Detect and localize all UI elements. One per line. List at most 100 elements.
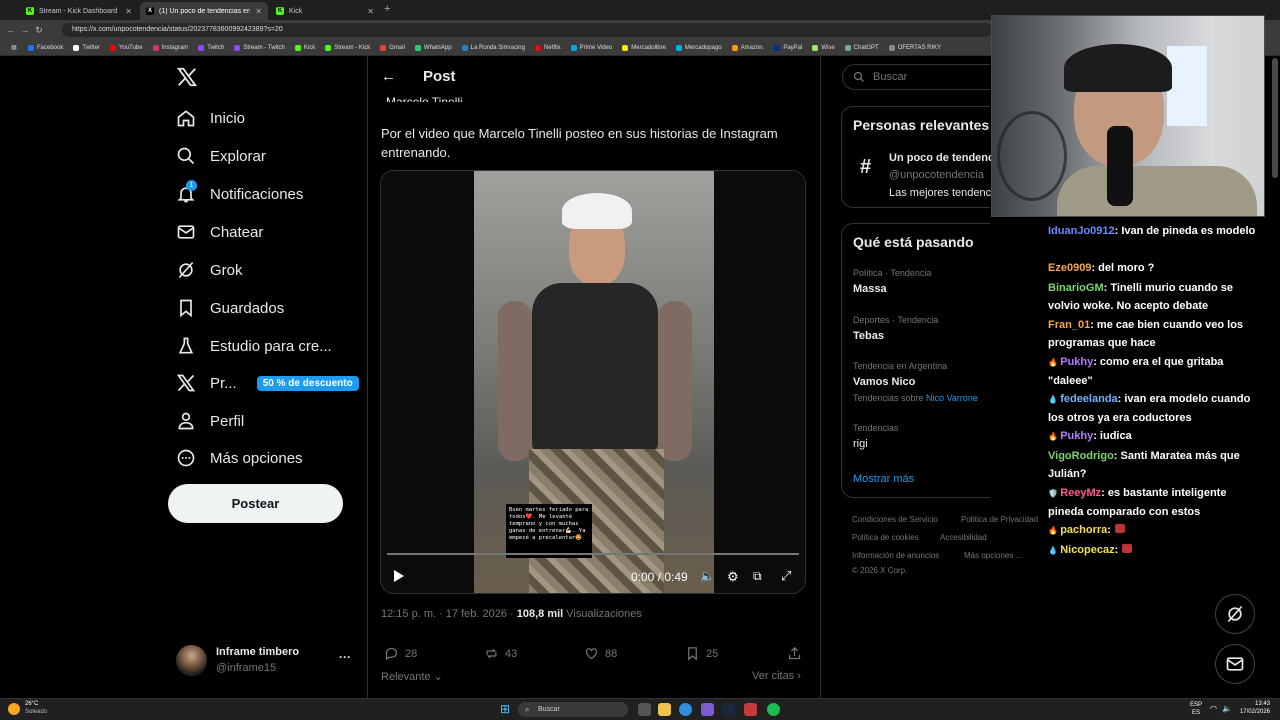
x-logo-icon[interactable] bbox=[176, 66, 198, 93]
windows-taskbar: 26°C Soleado ⊞ ⌕ Buscar ESP ES ◠ 🔈 13:43… bbox=[0, 698, 1280, 720]
wifi-icon[interactable]: ◠ bbox=[1210, 704, 1217, 713]
trend-item[interactable]: Deportes · Tendencia Tebas bbox=[853, 315, 938, 342]
taskbar-search[interactable]: ⌕ Buscar bbox=[518, 702, 628, 717]
trend-item[interactable]: Política · Tendencia Massa bbox=[853, 268, 931, 295]
bookmark-button[interactable]: 25 bbox=[685, 646, 718, 661]
bookmark-item[interactable]: Stream - Twitch bbox=[234, 44, 285, 51]
bookmark-item[interactable]: YouTube bbox=[110, 44, 143, 51]
account-switcher[interactable]: Inframe timbero @inframe15 ··· bbox=[176, 645, 356, 677]
language-indicator[interactable]: ESP bbox=[1190, 702, 1202, 708]
grok-fab-button[interactable] bbox=[1215, 594, 1255, 634]
bookmark-item[interactable]: Instagram bbox=[152, 44, 188, 51]
bookmark-item[interactable]: Gmail bbox=[380, 44, 405, 51]
nav-item-notificaciones[interactable]: 1 Notificaciones bbox=[176, 180, 303, 204]
bookmark-item[interactable]: Amazon. bbox=[731, 44, 764, 51]
weather-temp[interactable]: 26°C bbox=[25, 701, 38, 707]
nav-item-mas-opciones[interactable]: Más opciones bbox=[176, 448, 303, 468]
footer-link[interactable]: Accesibilidad bbox=[940, 533, 987, 542]
trend-name: Massa bbox=[853, 283, 887, 295]
bookmark-item[interactable]: Prime Video bbox=[570, 44, 612, 51]
back-icon[interactable]: ← bbox=[4, 25, 18, 35]
search-input[interactable]: Buscar bbox=[842, 64, 990, 90]
bookmark-item[interactable]: Wise bbox=[812, 44, 835, 51]
share-button[interactable] bbox=[787, 646, 802, 661]
play-icon[interactable] bbox=[391, 569, 405, 583]
file-explorer-icon[interactable] bbox=[658, 703, 671, 716]
bookmark-item[interactable]: Kick bbox=[294, 44, 315, 51]
repost-button[interactable]: 43 bbox=[484, 646, 517, 661]
chat-username: BinarioGM bbox=[1048, 282, 1104, 294]
window-light bbox=[1167, 46, 1207, 126]
settings-icon[interactable]: ⚙ bbox=[727, 569, 739, 585]
nav-item-estudio[interactable]: Estudio para cre... bbox=[176, 336, 332, 356]
footer-link[interactable]: Política de cookies bbox=[852, 533, 919, 542]
video-progress-track[interactable] bbox=[387, 553, 799, 555]
clock-time[interactable]: 13:43 bbox=[1234, 701, 1270, 707]
nav-item-chatear[interactable]: Chatear bbox=[176, 222, 263, 242]
bookmark-item[interactable]: PayPal bbox=[774, 44, 802, 51]
volume-icon[interactable]: 🔈 bbox=[1222, 704, 1232, 713]
chat-text: : bbox=[1114, 544, 1119, 556]
windows-start-icon[interactable]: ⊞ bbox=[500, 703, 510, 716]
volume-icon[interactable]: 🔈 bbox=[700, 569, 715, 583]
nav-item-perfil[interactable]: Perfil bbox=[176, 411, 244, 431]
fullscreen-icon[interactable]: ⤢ bbox=[781, 568, 791, 584]
nav-item-guardados[interactable]: Guardados bbox=[176, 298, 284, 318]
nav-item-grok[interactable]: Grok bbox=[176, 260, 243, 280]
bookmark-item[interactable]: ChatGPT bbox=[844, 44, 879, 51]
reload-icon[interactable]: ↻ bbox=[32, 25, 46, 36]
nav-item-explorar[interactable]: Explorar bbox=[176, 146, 266, 166]
tab-kick-dashboard[interactable]: K Stream - Kick Dashboard ✕ bbox=[20, 2, 138, 20]
show-more-link[interactable]: Mostrar más bbox=[853, 473, 914, 485]
nav-item-inicio[interactable]: Inicio bbox=[176, 108, 245, 128]
bookmark-item[interactable]: Stream - Kick bbox=[325, 44, 370, 51]
bookmark-item[interactable]: Twitter bbox=[73, 44, 100, 51]
bookmark-item[interactable]: OFERTAS RIKY bbox=[888, 44, 941, 51]
chat-username: VigoRodrigo bbox=[1048, 450, 1114, 462]
url-field[interactable]: https://x.com/unpocotendencia/status/202… bbox=[62, 23, 992, 37]
scrollbar-thumb[interactable] bbox=[1272, 58, 1278, 178]
tab-x-post[interactable]: X (1) Un poco de tendencias en X: ✕ bbox=[140, 2, 268, 20]
more-icon[interactable]: ··· bbox=[339, 650, 351, 664]
reply-button[interactable]: 28 bbox=[384, 646, 417, 661]
like-button[interactable]: 88 bbox=[584, 646, 617, 661]
new-tab-icon[interactable]: + bbox=[384, 3, 390, 15]
footer-link[interactable]: Información de anuncios bbox=[852, 551, 939, 560]
forward-icon[interactable]: → bbox=[18, 25, 32, 35]
steam-icon[interactable] bbox=[722, 703, 735, 716]
messages-fab-button[interactable] bbox=[1215, 644, 1255, 684]
video-player[interactable]: Buen martes feriado para todos❤️. Me lev… bbox=[380, 170, 806, 594]
bookmark-item[interactable]: Facebook bbox=[28, 44, 63, 51]
apps-icon[interactable]: ▦ bbox=[0, 44, 28, 51]
close-icon[interactable]: ✕ bbox=[125, 7, 132, 16]
pip-icon[interactable]: ⧉ bbox=[753, 569, 762, 584]
nav-label: Grok bbox=[210, 261, 243, 279]
bookmark-item[interactable]: Twitch bbox=[198, 44, 224, 51]
app-icon[interactable] bbox=[744, 703, 757, 716]
quotes-link[interactable]: Ver citas › bbox=[752, 670, 801, 682]
bookmark-item[interactable]: Mercadolibre bbox=[622, 44, 666, 51]
footer-link[interactable]: Política de Privacidad bbox=[961, 515, 1038, 524]
tab-kick[interactable]: K Kick ✕ bbox=[270, 2, 380, 20]
task-view-icon[interactable] bbox=[638, 703, 651, 716]
post-button[interactable]: Postear bbox=[168, 484, 343, 523]
back-arrow-icon[interactable]: ← bbox=[381, 68, 396, 85]
edge-icon[interactable] bbox=[679, 703, 692, 716]
bookmark-item[interactable]: WhatsApp bbox=[414, 44, 452, 51]
bookmark-item[interactable]: Mercadopago bbox=[675, 44, 722, 51]
nav-item-premium[interactable]: Pr... 50 % de descuento bbox=[176, 373, 359, 393]
trend-related-link[interactable]: Nico Varrone bbox=[926, 393, 978, 403]
sort-dropdown[interactable]: Relevante ⌄ bbox=[381, 670, 443, 683]
post-meta: 12:15 p. m. · 17 feb. 2026 · 108,8 mil V… bbox=[381, 608, 642, 620]
footer-link[interactable]: Condiciones de Servicio bbox=[852, 515, 938, 524]
trend-item[interactable]: Tendencia en Argentina Vamos Nico Tenden… bbox=[853, 361, 978, 403]
close-icon[interactable]: ✕ bbox=[255, 7, 262, 16]
bookmark-item[interactable]: Netflix bbox=[534, 44, 561, 51]
post-time[interactable]: 12:15 p. m. · 17 feb. 2026 · bbox=[381, 608, 517, 620]
footer-link[interactable]: Más opciones ... bbox=[964, 551, 1022, 560]
close-icon[interactable]: ✕ bbox=[367, 7, 374, 16]
bookmark-item[interactable]: La Ronda Simracing bbox=[461, 44, 525, 51]
spotify-icon[interactable] bbox=[767, 703, 780, 716]
trend-item[interactable]: Tendencias rigi bbox=[853, 423, 899, 450]
discord-icon[interactable] bbox=[701, 703, 714, 716]
